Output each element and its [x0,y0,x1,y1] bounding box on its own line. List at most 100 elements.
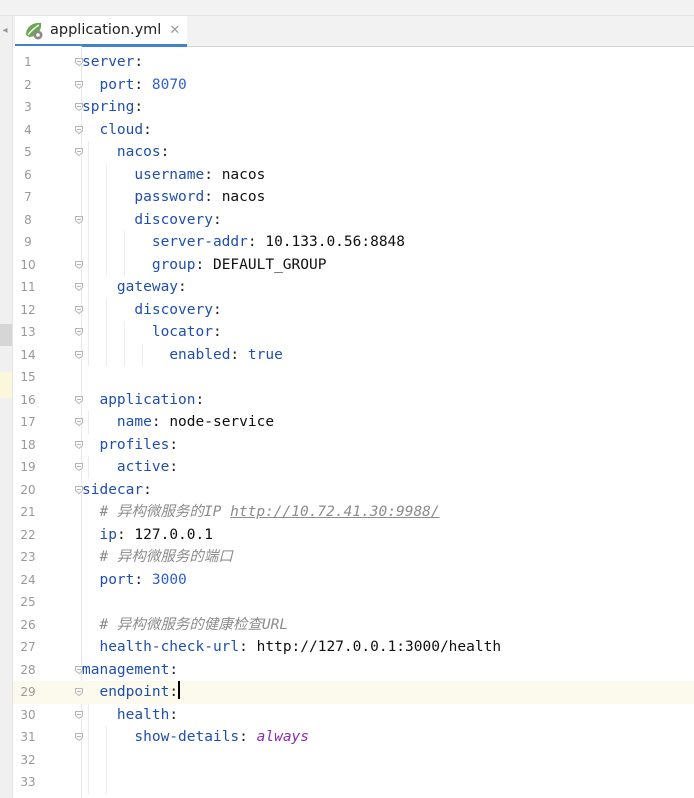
yaml-token: always [256,729,310,745]
indent-guide [88,748,89,771]
yaml-key: username [134,166,205,183]
indent-guide [124,253,125,276]
code-line[interactable]: profiles: [82,434,694,457]
yaml-key: nacos [116,144,161,160]
code-line[interactable] [82,748,694,771]
spring-leaf-yaml-icon [23,19,45,41]
code-line[interactable]: cloud: [82,119,694,142]
code-line[interactable]: port: 8070 [82,74,694,97]
code-line[interactable]: ip: 127.0.0.1 [82,524,694,547]
yaml-key: application [99,391,196,408]
code-line[interactable]: health: [82,703,694,726]
code-line[interactable]: group: DEFAULT_GROUP [82,253,694,276]
tab-scroll-left-icon[interactable]: ◂ [0,23,10,39]
yaml-key: port [99,76,135,93]
code-line[interactable]: # 异构微服务的IP http://10.72.41.30:9988/ [82,501,694,524]
code-line[interactable]: sidecar: [82,479,694,502]
line-number: 24 [20,572,36,587]
code-line[interactable] [82,591,694,614]
code-line[interactable]: password: nacos [82,186,694,209]
code-line[interactable]: enabled: true [82,343,694,366]
code-line[interactable]: show-details: always [82,726,694,749]
yaml-token: : [143,481,152,498]
yaml-token: : [195,256,213,273]
yaml-token: : [116,526,135,543]
close-icon[interactable]: ✕ [169,23,180,38]
indent-guide [88,343,89,366]
code-line[interactable]: username: nacos [82,163,694,186]
code-line[interactable]: management: [82,659,694,682]
code-line[interactable]: server: [82,51,694,74]
yaml-token: : [230,346,248,363]
code-line[interactable] [82,366,694,389]
yaml-token [82,257,152,273]
yaml-token [82,324,152,340]
yaml-token [82,122,99,138]
code-editor[interactable]: server: port: 8070 spring: cloud: nacos: … [82,51,694,794]
code-line[interactable]: locator: [82,321,694,344]
line-number: 13 [20,325,36,339]
line-number: 20 [20,482,36,497]
code-line[interactable]: application: [82,389,694,412]
text-caret [178,681,181,699]
indent-guide [106,771,107,794]
tab-label: application.yml [50,22,162,38]
yaml-token: : [134,54,144,70]
line-number: 9 [24,235,32,249]
code-line[interactable]: # 异构微服务的健康检查URL [82,614,694,637]
yaml-token [82,437,99,453]
indent-guide [124,343,125,366]
yaml-comment: # 异构微服务的健康检查URL [99,616,289,633]
code-line[interactable]: server-addr: 10.133.0.56:8848 [82,231,694,254]
code-line[interactable]: gateway: [82,276,694,299]
yaml-token: : [239,729,257,745]
scroll-marker-caret [0,372,12,398]
yaml-comment[interactable]: http://10.72.41.30:9988/ [230,504,440,520]
line-number: 4 [24,122,32,137]
line-number: 32 [20,752,36,767]
code-line[interactable]: active: [82,456,694,479]
line-number: 10 [20,257,36,272]
yaml-token [82,189,134,205]
yaml-token [82,684,99,700]
indent-guide [124,321,125,344]
yaml-key: password [134,189,205,205]
code-line[interactable]: discovery: [82,208,694,231]
code-line[interactable] [82,771,694,794]
code-line[interactable]: health-check-url: http://127.0.0.1:3000/… [82,636,694,659]
indent-guide [106,208,107,231]
code-line[interactable]: name: node-service [82,411,694,434]
yaml-token [82,729,134,745]
yaml-key: name [116,414,152,430]
code-line[interactable]: # 异构微服务的端口 [82,546,694,569]
yaml-key: sidecar [82,481,144,498]
indent-guide [106,726,107,749]
code-line[interactable]: spring: [82,96,694,119]
left-tool-strip [0,16,13,798]
line-number: 14 [20,347,36,362]
yaml-key: management [82,661,170,678]
yaml-key: ip [99,526,117,543]
line-number: 16 [20,392,36,407]
yaml-token: : [204,166,222,183]
yaml-token: 8070 [151,76,187,93]
indent-guide [88,276,89,299]
line-number: 29 [20,685,36,699]
line-number: 26 [20,617,36,632]
code-line[interactable]: discovery: [82,298,694,321]
yaml-token [82,549,99,565]
yaml-token [82,302,134,318]
code-line[interactable]: port: 3000 [82,569,694,592]
line-number: 31 [20,730,36,744]
line-number: 1 [24,55,32,69]
indent-guide [88,703,89,726]
code-line[interactable]: endpoint: [82,681,694,704]
yaml-token [82,77,99,93]
yaml-token: true [247,346,283,363]
code-line[interactable]: nacos: [82,141,694,164]
yaml-token: DEFAULT_GROUP [212,256,327,273]
indent-guide [88,726,89,749]
yaml-token: : [247,234,266,250]
tab-application-yml[interactable]: application.yml ✕ [15,16,187,47]
yaml-token: 3000 [151,571,187,588]
